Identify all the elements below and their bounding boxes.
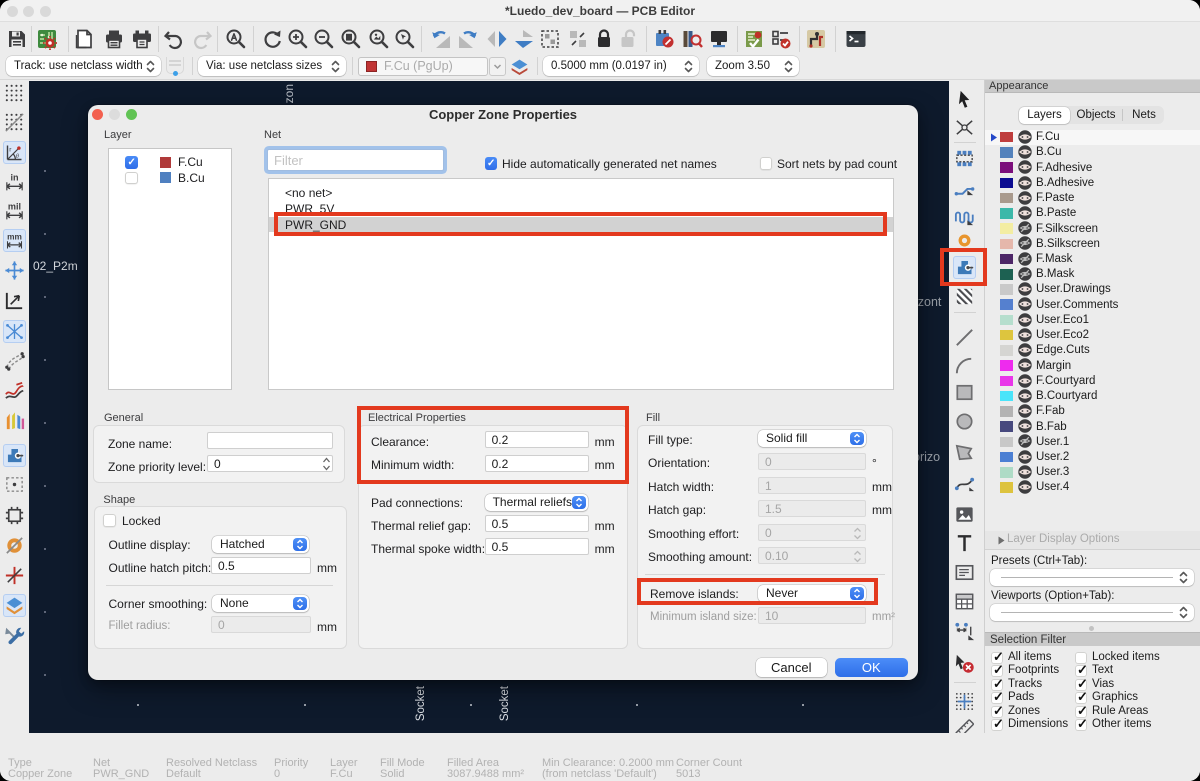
svg-text:θ: θ	[16, 154, 19, 160]
svg-text:mm: mm	[7, 232, 22, 242]
svg-text:r: r	[9, 147, 12, 154]
svg-text:mil: mil	[8, 202, 21, 212]
svg-text:in: in	[10, 173, 18, 183]
